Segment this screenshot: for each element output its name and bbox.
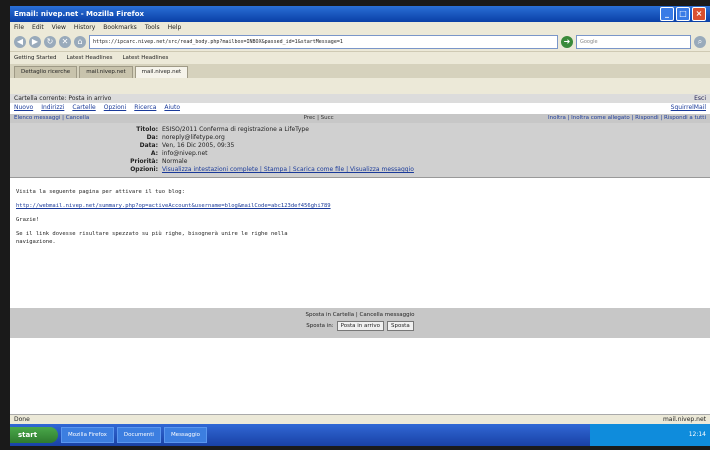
header-key: Da:: [146, 134, 158, 141]
message-headers: Titolo: ESISO/2011 Conferma di registraz…: [10, 123, 710, 178]
header-options-links[interactable]: Visualizza intestazioni complete | Stamp…: [162, 166, 414, 174]
header-value: noreply@lifetype.org: [162, 134, 225, 141]
header-row: Data: Ven, 16 Dic 2005, 09:35: [10, 142, 710, 150]
header-key: Titolo:: [136, 126, 158, 133]
close-icon[interactable]: ×: [692, 7, 706, 21]
taskbar-item[interactable]: Documenti: [116, 427, 161, 443]
header-key: Priorità:: [130, 158, 158, 165]
bookmark-item[interactable]: Latest Headlines: [67, 55, 113, 61]
menu-history[interactable]: History: [74, 24, 95, 31]
header-value: Ven, 16 Dic 2005, 09:35: [162, 142, 235, 149]
header-row: Titolo: ESISO/2011 Conferma di registraz…: [10, 126, 710, 134]
move-button[interactable]: Sposta: [386, 321, 414, 331]
url-bar[interactable]: https://ipcarc.nivep.net/src/read_body.p…: [89, 35, 558, 49]
search-icon[interactable]: ⌕: [694, 36, 706, 48]
link-options[interactable]: Opzioni: [104, 103, 127, 112]
link-compose[interactable]: Nuovo: [14, 103, 33, 112]
tab-3[interactable]: mail.nivep.net: [134, 66, 189, 78]
taskbar-item[interactable]: Messaggio: [163, 427, 208, 443]
system-tray-clock: 12:14: [590, 424, 710, 446]
body-line: Se il link dovesse risultare spezzato su…: [16, 231, 288, 237]
header-row: Priorità: Normale: [10, 158, 710, 166]
menu-tools[interactable]: Tools: [145, 24, 160, 31]
tab-1[interactable]: Dettaglio ricerche: [14, 66, 78, 78]
header-value: ESISO/2011 Conferma di registrazione a L…: [162, 126, 309, 133]
move-folder-select[interactable]: Posta in arrivo: [336, 321, 384, 331]
body-line: Grazie!: [16, 217, 40, 223]
bookmark-item[interactable]: Latest Headlines: [122, 55, 168, 61]
link-folders[interactable]: Cartelle: [72, 103, 95, 112]
windows-taskbar: start Mozilla Firefox Documenti Messaggi…: [10, 424, 710, 446]
header-row: A: info@nivep.net: [10, 150, 710, 158]
search-input[interactable]: Google: [576, 35, 691, 49]
message-toolbar: Elenco messaggi | Cancella Prec | Succ I…: [10, 114, 710, 123]
go-icon[interactable]: ➜: [561, 36, 573, 48]
browser-window: Email: nivep.net - Mozilla Firefox _ □ ×…: [10, 6, 710, 446]
forward-icon[interactable]: ▶: [29, 36, 41, 48]
move-panel-title: Sposta in Cartella | Cancella messaggio: [305, 312, 415, 318]
tab-strip: Dettaglio ricerche mail.nivep.net mail.n…: [10, 64, 710, 78]
minimize-icon[interactable]: _: [660, 7, 674, 21]
status-host: mail.nivep.net: [662, 416, 706, 423]
activation-link[interactable]: http://webmail.nivep.net/summary.php?op=…: [16, 202, 704, 210]
body-line: navigazione.: [16, 239, 56, 245]
home-icon[interactable]: ⌂: [74, 36, 86, 48]
menu-view[interactable]: View: [52, 24, 66, 31]
maximize-icon[interactable]: □: [676, 7, 690, 21]
message-body: Visita la seguente pagina per attivare i…: [10, 178, 710, 246]
bookmark-item[interactable]: Getting Started: [14, 55, 57, 61]
status-text: Done: [14, 416, 30, 423]
webmail-header: Cartella corrente: Posta in arrivo Esci: [10, 94, 710, 103]
reply-forward-links[interactable]: Inoltra | Inoltra come allegato | Rispon…: [548, 114, 706, 123]
message-list-link[interactable]: Elenco messaggi | Cancella: [14, 114, 89, 123]
bookmarks-toolbar: Getting Started Latest Headlines Latest …: [10, 51, 710, 64]
navigation-toolbar: ◀ ▶ ↻ ✕ ⌂ https://ipcarc.nivep.net/src/r…: [10, 33, 710, 51]
prev-next-links[interactable]: Prec | Succ: [304, 114, 334, 123]
back-icon[interactable]: ◀: [14, 36, 26, 48]
body-line: Visita la seguente pagina per attivare i…: [16, 189, 185, 195]
menu-help[interactable]: Help: [168, 24, 182, 31]
move-label: Sposta in:: [306, 323, 334, 329]
link-search[interactable]: Ricerca: [134, 103, 156, 112]
header-key: A:: [150, 150, 158, 157]
menu-bookmarks[interactable]: Bookmarks: [103, 24, 137, 31]
status-bar: Done mail.nivep.net: [10, 414, 710, 424]
header-row: Da: noreply@lifetype.org: [10, 134, 710, 142]
current-folder: Cartella corrente: Posta in arrivo: [14, 95, 112, 102]
header-value: info@nivep.net: [162, 150, 208, 157]
reload-icon[interactable]: ↻: [44, 36, 56, 48]
start-button[interactable]: start: [10, 427, 58, 443]
header-value: Normale: [162, 158, 188, 165]
menu-file[interactable]: File: [14, 24, 24, 31]
header-key: Data:: [139, 142, 158, 149]
tab-2[interactable]: mail.nivep.net: [79, 66, 133, 78]
header-key: Opzioni:: [130, 166, 158, 173]
move-controls: Sposta in: Posta in arrivo Sposta: [10, 321, 710, 331]
menu-edit[interactable]: Edit: [32, 24, 44, 31]
signout-link[interactable]: Esci: [694, 94, 710, 103]
page-content: Cartella corrente: Posta in arrivo Esci …: [10, 94, 710, 414]
link-addresses[interactable]: Indirizzi: [41, 103, 64, 112]
menu-bar: File Edit View History Bookmarks Tools H…: [10, 22, 710, 33]
stop-icon[interactable]: ✕: [59, 36, 71, 48]
window-titlebar[interactable]: Email: nivep.net - Mozilla Firefox _ □ ×: [10, 6, 710, 22]
header-row: Opzioni: Visualizza intestazioni complet…: [10, 166, 710, 174]
link-help[interactable]: Aiuto: [164, 103, 180, 112]
taskbar-item[interactable]: Mozilla Firefox: [61, 427, 114, 443]
move-message-panel: Sposta in Cartella | Cancella messaggio …: [10, 308, 710, 338]
window-title: Email: nivep.net - Mozilla Firefox: [14, 10, 145, 18]
webmail-menu: Nuovo Indirizzi Cartelle Opzioni Ricerca…: [10, 103, 710, 112]
brand-link[interactable]: SquirrelMail: [671, 103, 710, 112]
